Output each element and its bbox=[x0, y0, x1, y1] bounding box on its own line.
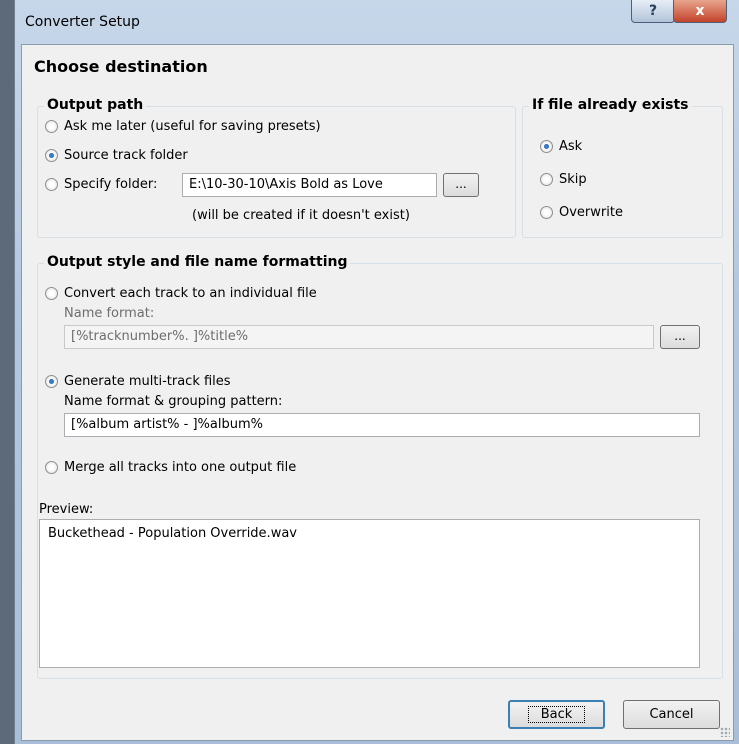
radio-specify-folder-label: Specify folder: bbox=[64, 177, 158, 192]
grouping-pattern-label: Name format & grouping pattern: bbox=[64, 394, 283, 409]
radio-multitrack-indicator[interactable] bbox=[45, 375, 58, 388]
preview-label: Preview: bbox=[39, 502, 94, 517]
grouping-pattern-input[interactable]: [%album artist% - ]%album% bbox=[64, 413, 700, 437]
dialog-window: Converter Setup ? x Choose destination O… bbox=[14, 0, 739, 744]
radio-multitrack[interactable]: Generate multi-track files bbox=[45, 374, 231, 389]
back-button[interactable]: Back bbox=[508, 700, 605, 729]
name-format-input[interactable]: [%tracknumber%. ]%title% bbox=[64, 325, 654, 349]
radio-individual-file-indicator[interactable] bbox=[45, 287, 58, 300]
radio-multitrack-label: Generate multi-track files bbox=[64, 374, 231, 389]
radio-exists-skip[interactable]: Skip bbox=[540, 172, 587, 187]
preview-box[interactable]: Buckethead - Population Override.wav bbox=[39, 519, 700, 668]
name-format-browse-button[interactable]: ... bbox=[660, 325, 700, 349]
radio-exists-overwrite-indicator[interactable] bbox=[540, 206, 553, 219]
page-heading: Choose destination bbox=[34, 57, 208, 76]
radio-ask-later-label: Ask me later (useful for saving presets) bbox=[64, 119, 321, 134]
dialog-client-area: Choose destination Output path Ask me la… bbox=[21, 44, 734, 741]
output-path-group: Output path Ask me later (useful for sav… bbox=[37, 97, 516, 238]
folder-note: (will be created if it doesn't exist) bbox=[192, 208, 410, 223]
help-button[interactable]: ? bbox=[631, 0, 675, 23]
window-title: Converter Setup bbox=[25, 14, 140, 30]
if-exists-group: If file already exists Ask Skip Overwrit… bbox=[522, 97, 723, 238]
radio-source-folder-label: Source track folder bbox=[64, 148, 188, 163]
radio-specify-folder-indicator[interactable] bbox=[45, 178, 58, 191]
radio-individual-file[interactable]: Convert each track to an individual file bbox=[45, 286, 317, 301]
radio-exists-skip-label: Skip bbox=[559, 172, 587, 187]
radio-exists-ask-indicator[interactable] bbox=[540, 140, 553, 153]
radio-exists-overwrite-label: Overwrite bbox=[559, 205, 623, 220]
radio-ask-later[interactable]: Ask me later (useful for saving presets) bbox=[45, 119, 321, 134]
cancel-button[interactable]: Cancel bbox=[623, 700, 720, 729]
browse-folder-button[interactable]: ... bbox=[443, 173, 479, 197]
output-style-legend: Output style and file name formatting bbox=[44, 254, 351, 270]
radio-ask-later-indicator[interactable] bbox=[45, 120, 58, 133]
radio-exists-ask[interactable]: Ask bbox=[540, 139, 582, 154]
close-button[interactable]: x bbox=[673, 0, 727, 23]
folder-path-input[interactable]: E:\10-30-10\Axis Bold as Love bbox=[182, 173, 437, 197]
title-bar[interactable]: Converter Setup ? x bbox=[15, 0, 739, 44]
radio-exists-ask-label: Ask bbox=[559, 139, 583, 154]
radio-merge-label: Merge all tracks into one output file bbox=[64, 460, 297, 475]
back-button-label: Back bbox=[527, 706, 586, 723]
radio-merge[interactable]: Merge all tracks into one output file bbox=[45, 460, 296, 475]
name-format-label: Name format: bbox=[64, 306, 155, 321]
radio-specify-folder[interactable]: Specify folder: bbox=[45, 177, 157, 192]
radio-individual-file-label: Convert each track to an individual file bbox=[64, 286, 317, 301]
resize-grip-icon[interactable] bbox=[720, 727, 730, 737]
if-exists-legend: If file already exists bbox=[529, 97, 692, 113]
radio-source-folder-indicator[interactable] bbox=[45, 149, 58, 162]
output-path-legend: Output path bbox=[44, 97, 147, 113]
radio-exists-skip-indicator[interactable] bbox=[540, 173, 553, 186]
radio-source-folder[interactable]: Source track folder bbox=[45, 148, 188, 163]
output-style-group: Output style and file name formatting Co… bbox=[37, 254, 723, 679]
radio-exists-overwrite[interactable]: Overwrite bbox=[540, 205, 623, 220]
radio-merge-indicator[interactable] bbox=[45, 461, 58, 474]
